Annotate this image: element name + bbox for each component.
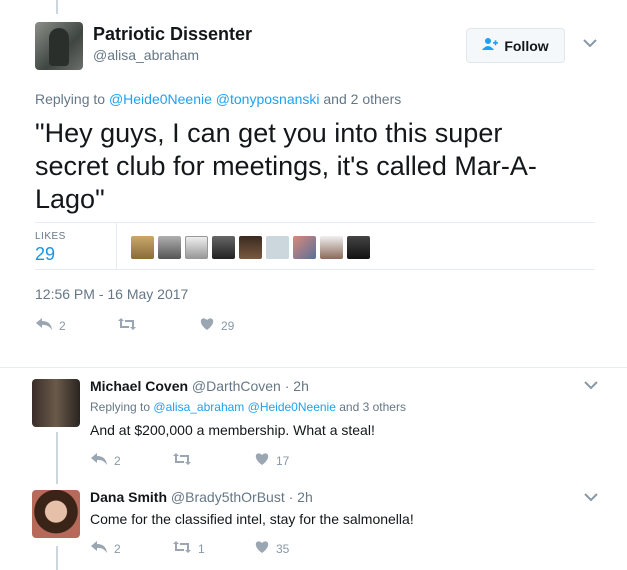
retweet-button[interactable]: 1 bbox=[172, 540, 254, 557]
retweet-icon bbox=[172, 540, 192, 557]
reply-header: Dana Smith @Brady5thOrBust · 2h bbox=[90, 489, 313, 505]
tweet-actions: 2 1 35 bbox=[90, 540, 289, 557]
avatar[interactable] bbox=[131, 236, 154, 259]
follow-button[interactable]: Follow bbox=[466, 28, 565, 63]
tweet-actions: 2 17 bbox=[90, 452, 289, 469]
mention-link[interactable]: @Heide0Neenie bbox=[109, 91, 212, 107]
replying-to: Replying to @Heide0Neenie @tonyposnanski… bbox=[35, 91, 402, 107]
avatar[interactable] bbox=[239, 236, 262, 259]
reply-button[interactable]: 2 bbox=[35, 317, 117, 334]
tweet-text: "Hey guys, I can get you into this super… bbox=[35, 118, 537, 214]
heart-icon bbox=[254, 540, 270, 557]
likes-count[interactable]: 29 bbox=[35, 244, 55, 265]
like-button[interactable]: 35 bbox=[254, 540, 289, 557]
divider bbox=[35, 269, 595, 270]
retweet-button[interactable] bbox=[117, 317, 199, 334]
user-handle[interactable]: @DarthCoven bbox=[192, 378, 281, 394]
reply-count: 2 bbox=[114, 453, 121, 468]
tweet-text: Come for the classified intel, stay for … bbox=[90, 511, 414, 527]
chevron-down-icon[interactable] bbox=[584, 491, 598, 505]
tweet-time[interactable]: · 2h bbox=[285, 378, 309, 394]
tweet-time[interactable]: · 2h bbox=[289, 489, 313, 505]
heart-icon bbox=[199, 317, 215, 334]
like-count: 35 bbox=[276, 541, 290, 556]
reply-count: 2 bbox=[59, 318, 66, 333]
avatar[interactable] bbox=[185, 236, 208, 259]
follow-label: Follow bbox=[504, 37, 549, 54]
avatar[interactable] bbox=[266, 236, 289, 259]
reply-icon bbox=[90, 452, 108, 469]
likes-label: LIKES bbox=[35, 231, 66, 242]
reply-button[interactable]: 2 bbox=[90, 452, 172, 469]
like-count: 17 bbox=[276, 453, 290, 468]
divider bbox=[35, 222, 595, 223]
divider bbox=[116, 222, 117, 270]
replying-to: Replying to @alisa_abraham @Heide0Neenie… bbox=[90, 400, 406, 414]
display-name[interactable]: Dana Smith bbox=[90, 489, 167, 505]
reply-tweet[interactable]: Michael Coven @DarthCoven · 2h Replying … bbox=[0, 369, 627, 482]
retweet-button[interactable] bbox=[172, 452, 254, 469]
reply-header: Michael Coven @DarthCoven · 2h bbox=[90, 378, 309, 394]
timestamp[interactable]: 12:56 PM - 16 May 2017 bbox=[35, 286, 188, 302]
reply-count: 2 bbox=[114, 541, 121, 556]
avatar[interactable] bbox=[293, 236, 316, 259]
avatar[interactable] bbox=[212, 236, 235, 259]
like-button[interactable]: 29 bbox=[199, 317, 234, 334]
main-tweet: Patriotic Dissenter @alisa_abraham Follo… bbox=[0, 0, 627, 368]
avatar[interactable] bbox=[320, 236, 343, 259]
reply-button[interactable]: 2 bbox=[90, 540, 172, 557]
reply-icon bbox=[90, 540, 108, 557]
avatar[interactable] bbox=[32, 379, 80, 427]
add-user-icon bbox=[482, 37, 499, 54]
others-link[interactable]: and 2 others bbox=[323, 91, 401, 107]
avatar[interactable] bbox=[347, 236, 370, 259]
reply-icon bbox=[35, 317, 53, 334]
retweet-icon bbox=[117, 317, 137, 334]
reply-tweet[interactable]: Dana Smith @Brady5thOrBust · 2h Come for… bbox=[0, 481, 627, 570]
others-link[interactable]: and 3 others bbox=[339, 400, 406, 414]
avatar[interactable] bbox=[35, 22, 83, 70]
chevron-down-icon[interactable] bbox=[583, 37, 597, 51]
display-name[interactable]: Patriotic Dissenter bbox=[93, 24, 252, 45]
like-count: 29 bbox=[221, 318, 235, 333]
user-handle[interactable]: @alisa_abraham bbox=[93, 47, 199, 63]
mention-link[interactable]: @Heide0Neenie bbox=[248, 400, 336, 414]
mention-link[interactable]: @alisa_abraham bbox=[153, 400, 244, 414]
display-name[interactable]: Michael Coven bbox=[90, 378, 188, 394]
avatar[interactable] bbox=[158, 236, 181, 259]
liker-avatars bbox=[131, 236, 370, 259]
tweet-text: And at $200,000 a membership. What a ste… bbox=[90, 422, 375, 438]
retweet-icon bbox=[172, 452, 192, 469]
tweet-actions: 2 29 bbox=[35, 317, 234, 334]
heart-icon bbox=[254, 452, 270, 469]
chevron-down-icon[interactable] bbox=[584, 379, 598, 393]
like-button[interactable]: 17 bbox=[254, 452, 289, 469]
mention-link[interactable]: @tonyposnanski bbox=[216, 91, 320, 107]
retweet-count: 1 bbox=[198, 541, 205, 556]
avatar[interactable] bbox=[32, 490, 80, 538]
user-handle[interactable]: @Brady5thOrBust bbox=[171, 489, 285, 505]
